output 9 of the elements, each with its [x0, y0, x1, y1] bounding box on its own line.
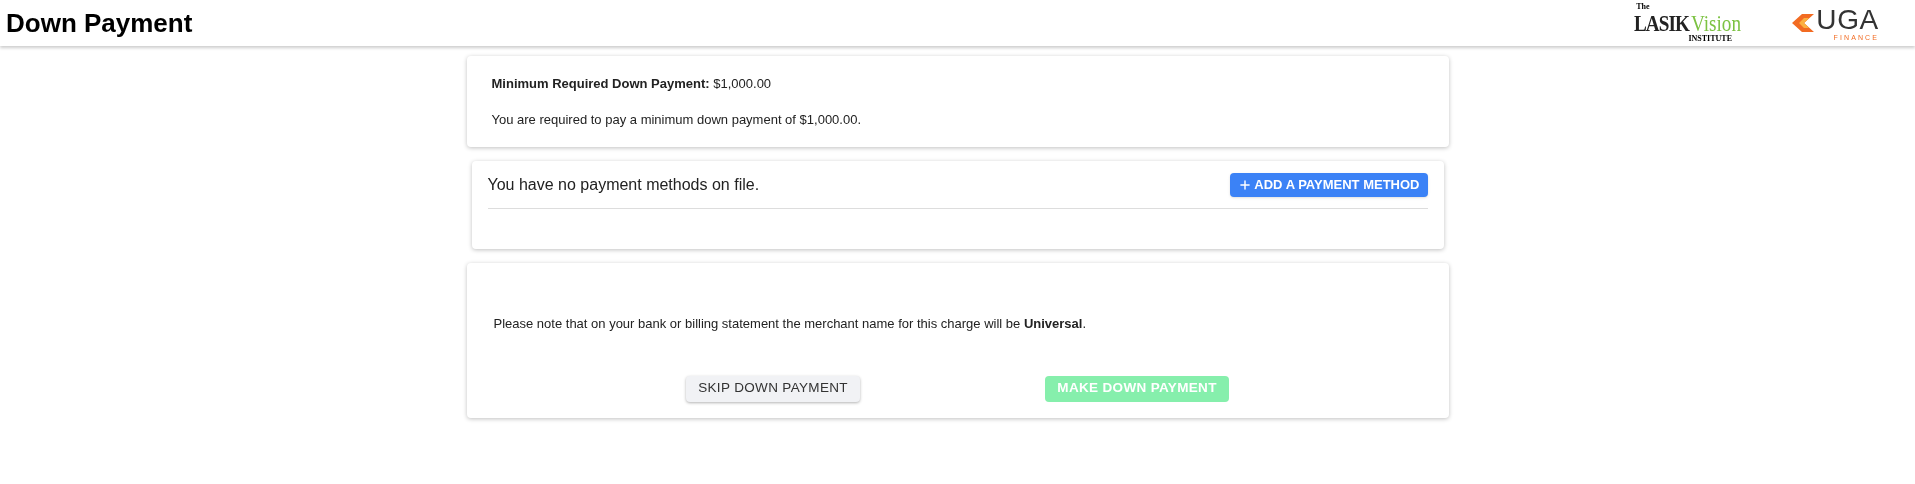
- minimum-down-payment: Minimum Required Down Payment: $1,000.00: [491, 75, 773, 93]
- no-payment-methods-message: You have no payment methods on file.: [487, 174, 760, 195]
- lasik-logo: The LASIKVision INSTITUTE: [1634, 3, 1742, 43]
- add-payment-method-button[interactable]: ADD A PAYMENT METHOD: [1230, 172, 1428, 197]
- plus-icon: [1238, 177, 1253, 192]
- page-title: Down Payment: [6, 6, 193, 40]
- skip-payment-button[interactable]: SKIP DOWN PAYMENT: [686, 375, 860, 402]
- requirement-note: You are required to pay a minimum down payment of $1,000.00.: [491, 110, 863, 129]
- merchant-notice: Please note that on your bank or billing statement the merchant name for this charge will be Universal.: [493, 315, 1088, 333]
